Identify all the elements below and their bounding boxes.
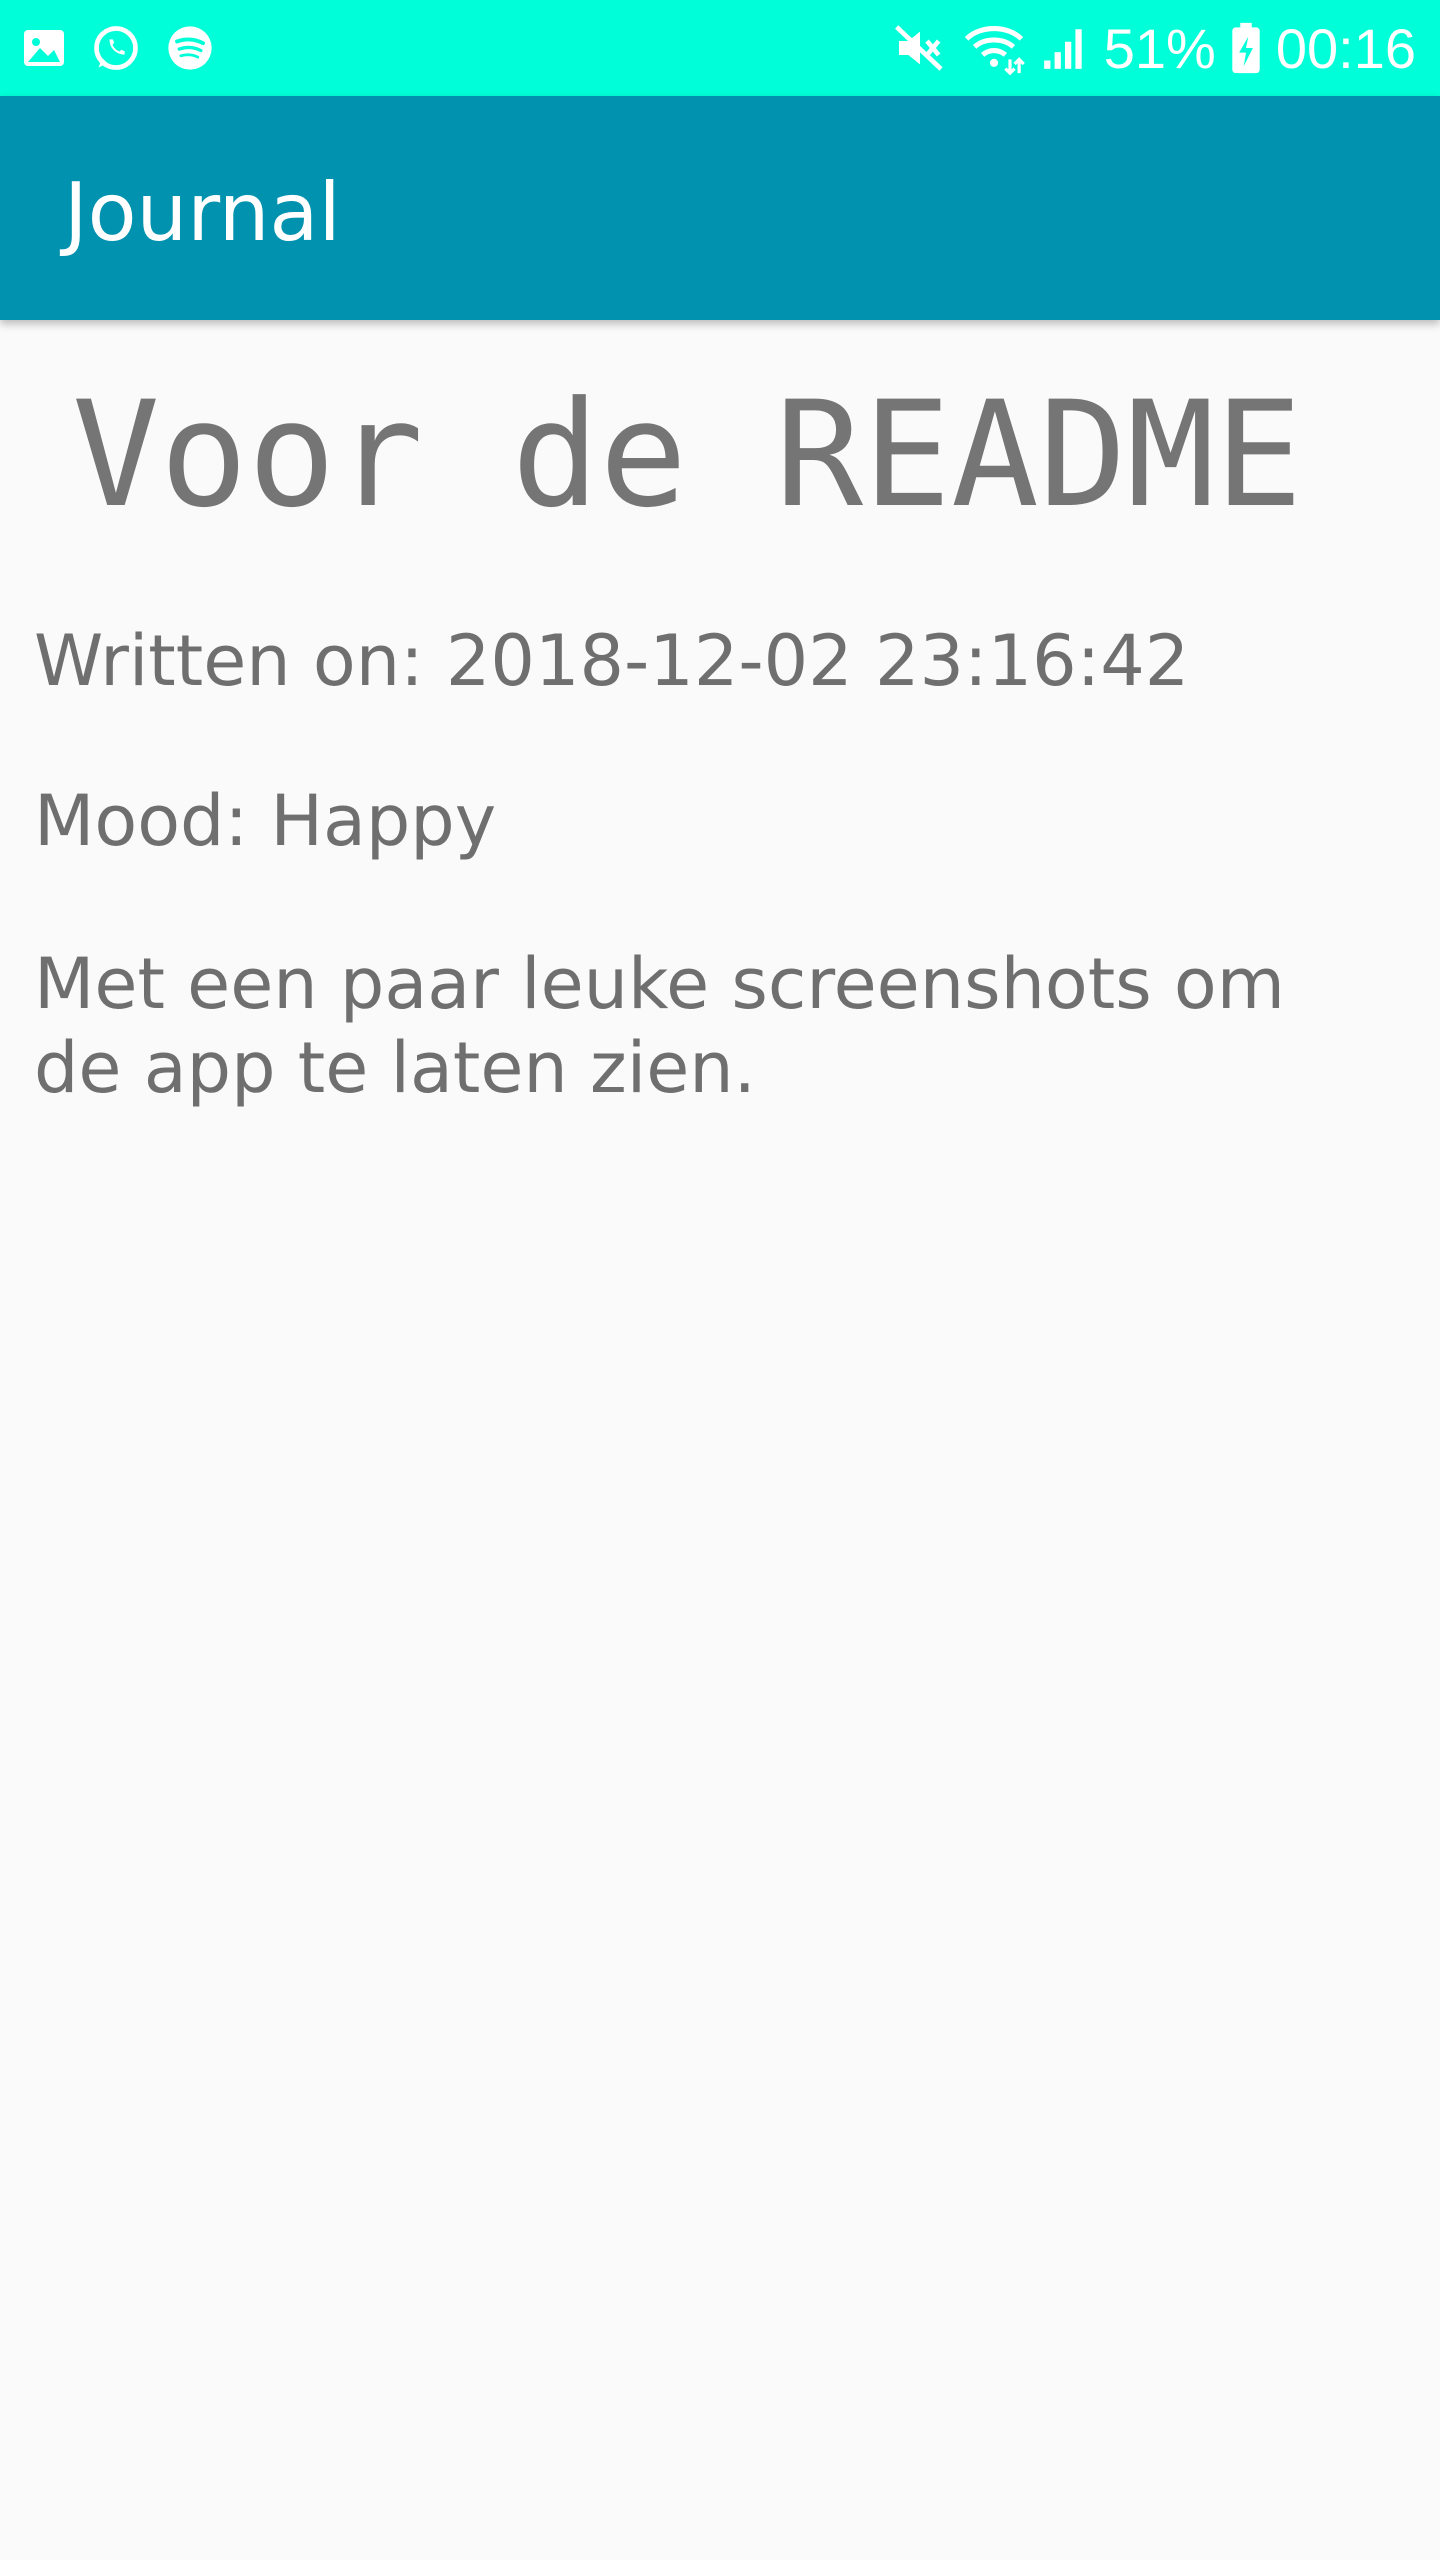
spotify-icon [164, 22, 216, 74]
notification-icons [20, 18, 216, 78]
status-bar: 51% 00:16 [0, 0, 1440, 96]
app-bar: Journal [0, 96, 1440, 320]
signal-icon [1040, 22, 1090, 74]
clock: 00:16 [1275, 16, 1416, 80]
app-title: Journal [64, 166, 341, 259]
whatsapp-icon [90, 22, 142, 74]
entry-title: Voor de README [72, 370, 1303, 540]
battery-icon [1230, 20, 1262, 76]
entry-content: Met een paar leuke screenshots om de app… [34, 943, 1285, 1109]
system-status: 51% 00:16 [892, 14, 1416, 82]
entry-timestamp: Written on: 2018-12-02 23:16:42 [34, 620, 1190, 702]
mute-icon [892, 20, 948, 76]
gallery-icon [20, 24, 68, 72]
battery-percent: 51% [1103, 16, 1216, 80]
entry-mood: Mood: Happy [34, 780, 497, 862]
wifi-icon [962, 20, 1026, 76]
